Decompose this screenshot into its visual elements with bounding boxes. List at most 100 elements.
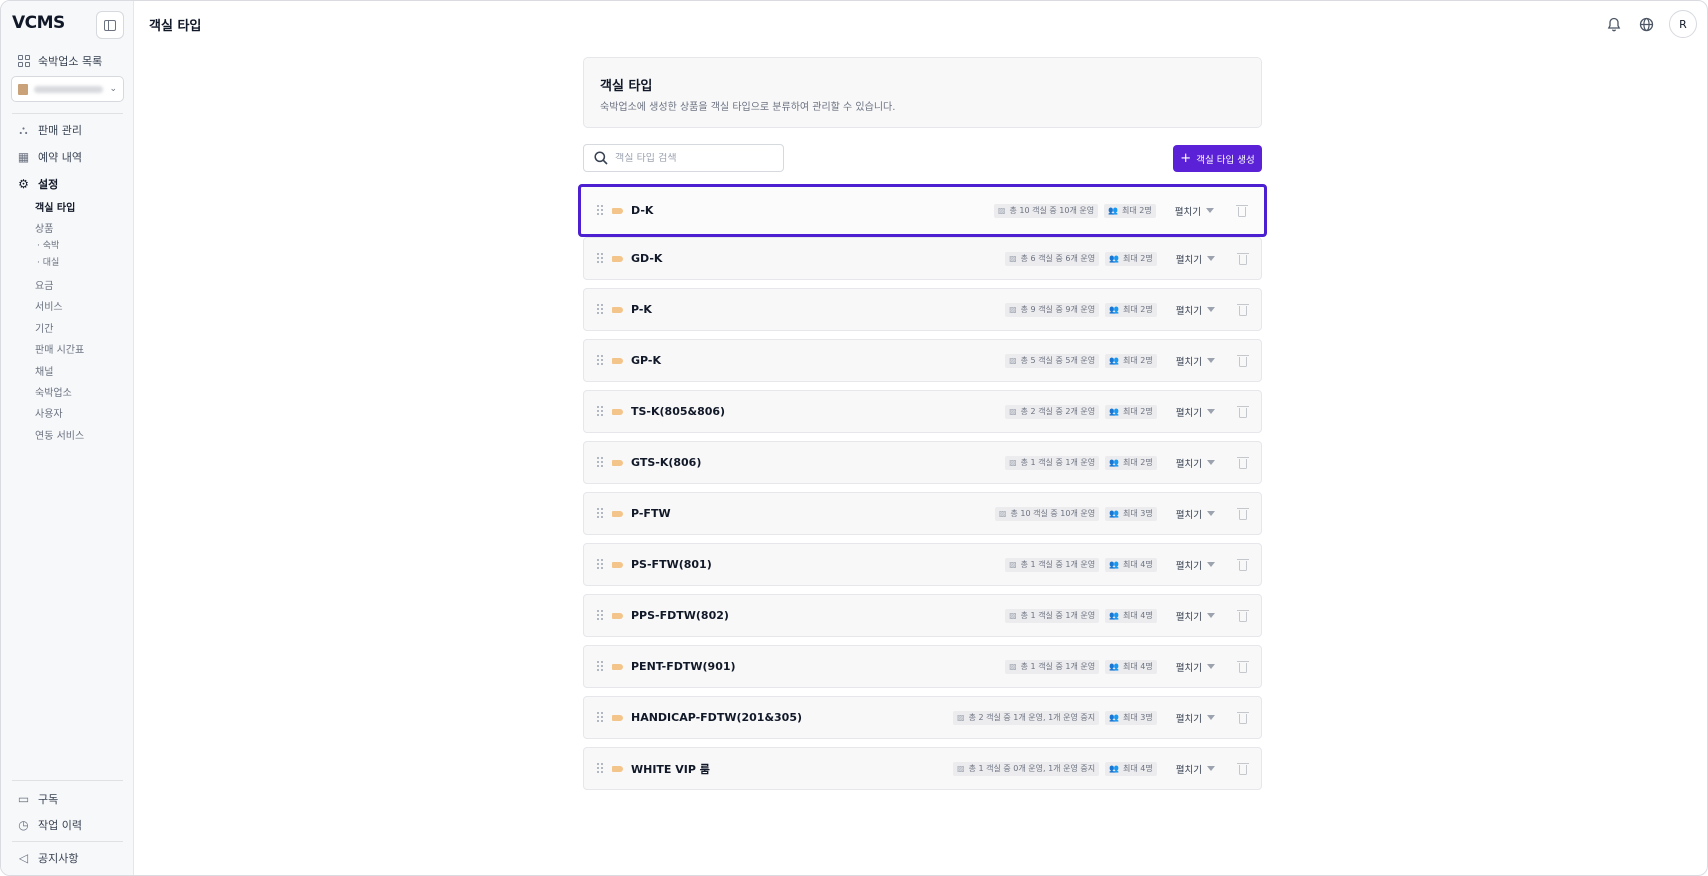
trash-icon[interactable] bbox=[1237, 762, 1249, 776]
caret-down-icon bbox=[1207, 358, 1215, 363]
sidebar-item-rate[interactable]: 요금 bbox=[35, 277, 53, 292]
avatar[interactable]: R bbox=[1669, 10, 1697, 38]
room-type-row[interactable]: D-K ▨ 총 10 객실 중 10개 운영 👥 최대 2명 펼치기 bbox=[578, 184, 1267, 237]
drag-handle-icon[interactable] bbox=[597, 355, 603, 366]
room-type-row[interactable]: P-K ▨ 총 9 객실 중 9개 운영 👥 최대 2명 펼치기 bbox=[583, 288, 1262, 331]
drag-handle-icon[interactable] bbox=[597, 763, 603, 774]
sidebar-item-service[interactable]: 서비스 bbox=[35, 298, 63, 313]
capacity-text: 최대 2명 bbox=[1122, 206, 1152, 215]
room-count-badge: ▨ 총 10 객실 중 10개 운영 bbox=[994, 506, 1100, 521]
drag-handle-icon[interactable] bbox=[597, 457, 603, 468]
expand-label: 펼치기 bbox=[1175, 356, 1202, 368]
expand-toggle[interactable]: 펼치기 bbox=[1176, 609, 1215, 623]
room-type-row[interactable]: HANDICAP-FDTW(201&305) ▨ 총 2 객실 중 1개 운영, … bbox=[583, 696, 1262, 739]
drag-handle-icon[interactable] bbox=[597, 559, 603, 570]
sidebar-item-property[interactable]: 숙박업소 bbox=[35, 384, 72, 399]
trash-icon[interactable] bbox=[1237, 711, 1249, 725]
sidebar-item-notice[interactable]: ◁ 공지사항 bbox=[17, 850, 79, 866]
room-type-row[interactable]: PENT-FDTW(901) ▨ 총 1 객실 중 1개 운영 👥 최대 4명 펼치… bbox=[583, 645, 1262, 688]
room-type-row[interactable]: GTS-K(806) ▨ 총 1 객실 중 1개 운영 👥 최대 2명 펼치기 bbox=[583, 441, 1262, 484]
sidebar-item-settings[interactable]: ⚙ 설정 bbox=[17, 176, 58, 192]
room-type-row[interactable]: WHITE VIP 룸 ▨ 총 1 객실 중 0개 운영, 1개 운영 중지 👥 최… bbox=[583, 747, 1262, 790]
expand-toggle[interactable]: 펼치기 bbox=[1176, 558, 1215, 572]
image-icon: ▨ bbox=[957, 713, 965, 722]
button-label: 객실 타입 생성 bbox=[1196, 154, 1255, 166]
logo: VCMS bbox=[12, 13, 65, 33]
sidebar-item-sales-schedule[interactable]: 판매 시간표 bbox=[35, 341, 84, 356]
search-box[interactable] bbox=[583, 144, 784, 172]
capacity-badge: 👥 최대 2명 bbox=[1105, 455, 1157, 470]
search-input[interactable] bbox=[615, 152, 765, 164]
trash-icon[interactable] bbox=[1237, 507, 1249, 521]
drag-handle-icon[interactable] bbox=[597, 304, 603, 315]
expand-toggle[interactable]: 펼치기 bbox=[1176, 507, 1215, 521]
image-icon: ▨ bbox=[997, 206, 1006, 215]
expand-label: 펼치기 bbox=[1175, 662, 1202, 674]
sidebar-item-integration[interactable]: 연동 서비스 bbox=[35, 427, 84, 442]
expand-toggle[interactable]: 펼치기 bbox=[1176, 660, 1215, 674]
room-type-row[interactable]: PPS-FDTW(802) ▨ 총 1 객실 중 1개 운영 👥 최대 4명 펼치기 bbox=[583, 594, 1262, 637]
image-icon: ▨ bbox=[1009, 254, 1017, 263]
tag-icon bbox=[612, 408, 623, 415]
sidebar-collapse-button[interactable] bbox=[96, 11, 124, 39]
sidebar-item-sales[interactable]: ⛬ 판매 관리 bbox=[17, 122, 82, 138]
sidebar-item-product[interactable]: 상품 bbox=[35, 220, 53, 235]
room-type-row[interactable]: GP-K ▨ 총 5 객실 중 5개 운영 👥 최대 2명 펼치기 bbox=[583, 339, 1262, 382]
expand-toggle[interactable]: 펼치기 bbox=[1176, 711, 1215, 725]
sidebar-item-reservations[interactable]: ▦ 예약 내역 bbox=[17, 149, 82, 165]
sidebar-item-period[interactable]: 기간 bbox=[35, 320, 53, 335]
expand-toggle[interactable]: 펼치기 bbox=[1176, 762, 1215, 776]
trash-icon[interactable] bbox=[1237, 456, 1249, 470]
clock-icon: ◷ bbox=[18, 818, 29, 832]
building-icon bbox=[18, 83, 28, 95]
sidebar-item-property-list[interactable]: 숙박업소 목록 bbox=[17, 53, 102, 69]
image-icon: ▨ bbox=[1009, 407, 1017, 416]
drag-handle-icon[interactable] bbox=[597, 712, 603, 723]
room-type-row[interactable]: TS-K(805&806) ▨ 총 2 객실 중 2개 운영 👥 최대 2명 펼치기 bbox=[583, 390, 1262, 433]
expand-toggle[interactable]: 펼치기 bbox=[1176, 405, 1215, 419]
sidebar-toggle-icon bbox=[104, 19, 116, 31]
trash-icon[interactable] bbox=[1237, 252, 1249, 266]
room-count-text: 총 6 객실 중 6개 운영 bbox=[1020, 254, 1096, 263]
trash-icon[interactable] bbox=[1237, 558, 1249, 572]
property-select[interactable]: ⌄ bbox=[11, 76, 124, 102]
trash-icon[interactable] bbox=[1237, 354, 1249, 368]
image-icon: ▨ bbox=[1009, 356, 1017, 365]
bell-icon[interactable] bbox=[1605, 15, 1623, 33]
globe-icon[interactable] bbox=[1637, 15, 1655, 33]
sidebar-item-channel[interactable]: 채널 bbox=[35, 363, 53, 378]
capacity-text: 최대 4명 bbox=[1123, 560, 1153, 569]
sidebar-item-user[interactable]: 사용자 bbox=[35, 405, 63, 420]
room-type-row[interactable]: P-FTW ▨ 총 10 객실 중 10개 운영 👥 최대 3명 펼치기 bbox=[583, 492, 1262, 535]
sidebar-item-product-dayuse[interactable]: · 대실 bbox=[37, 255, 59, 268]
drag-handle-icon[interactable] bbox=[597, 610, 603, 621]
trash-icon[interactable] bbox=[1236, 204, 1248, 218]
drag-handle-icon[interactable] bbox=[597, 508, 603, 519]
sidebar-item-work-history[interactable]: ◷ 작업 이력 bbox=[17, 817, 82, 833]
trash-icon[interactable] bbox=[1237, 660, 1249, 674]
drag-handle-icon[interactable] bbox=[597, 406, 603, 417]
expand-toggle[interactable]: 펼치기 bbox=[1176, 252, 1215, 266]
tag-icon bbox=[612, 510, 623, 517]
trash-icon[interactable] bbox=[1237, 405, 1249, 419]
expand-toggle[interactable]: 펼치기 bbox=[1176, 456, 1215, 470]
image-icon: ▨ bbox=[1009, 458, 1017, 467]
drag-handle-icon[interactable] bbox=[597, 205, 603, 216]
expand-toggle[interactable]: 펼치기 bbox=[1176, 354, 1215, 368]
capacity-text: 최대 4명 bbox=[1123, 611, 1153, 620]
sidebar-item-subscription[interactable]: ▭ 구독 bbox=[17, 791, 58, 807]
drag-handle-icon[interactable] bbox=[597, 253, 603, 264]
trash-icon[interactable] bbox=[1237, 609, 1249, 623]
sidebar-item-room-type[interactable]: 객실 타입 bbox=[35, 199, 75, 214]
room-type-name: D-K bbox=[631, 204, 654, 217]
expand-toggle[interactable]: 펼치기 bbox=[1176, 303, 1215, 317]
room-type-row[interactable]: PS-FTW(801) ▨ 총 1 객실 중 1개 운영 👥 최대 4명 펼치기 bbox=[583, 543, 1262, 586]
drag-handle-icon[interactable] bbox=[597, 661, 603, 672]
expand-toggle[interactable]: 펼치기 bbox=[1175, 204, 1214, 218]
trash-icon[interactable] bbox=[1237, 303, 1249, 317]
divider bbox=[12, 113, 123, 114]
sidebar-item-product-stay[interactable]: · 숙박 bbox=[37, 238, 59, 251]
room-count-badge: ▨ 총 6 객실 중 6개 운영 bbox=[1005, 251, 1100, 266]
create-room-type-button[interactable]: + 객실 타입 생성 bbox=[1173, 145, 1262, 172]
room-type-row[interactable]: GD-K ▨ 총 6 객실 중 6개 운영 👥 최대 2명 펼치기 bbox=[583, 237, 1262, 280]
